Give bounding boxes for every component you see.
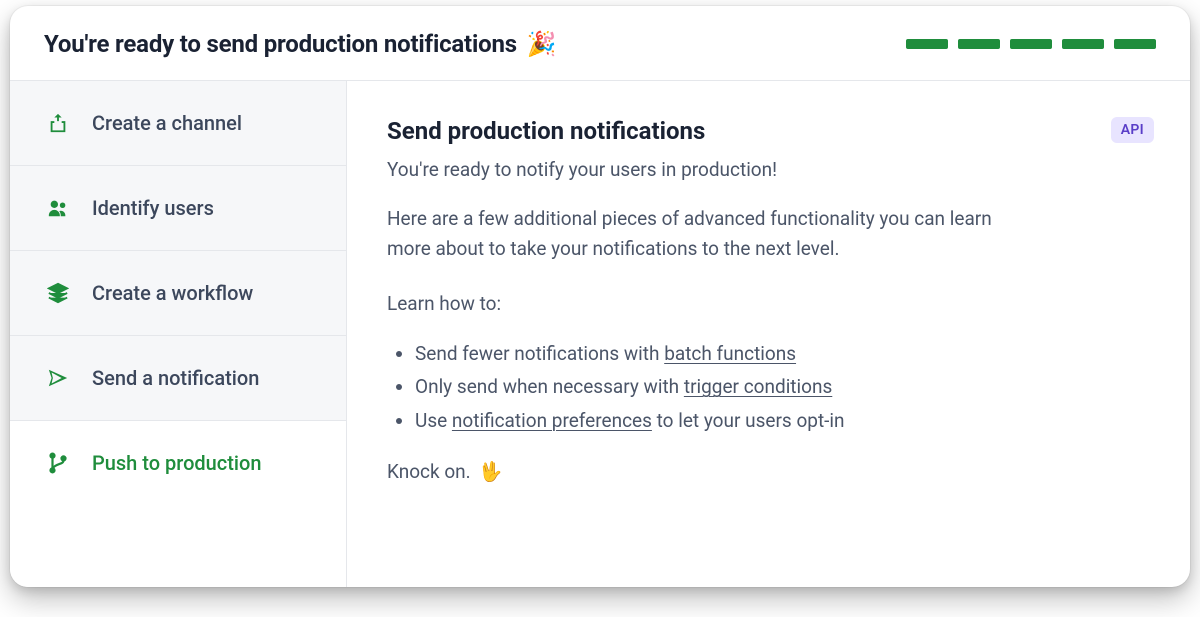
link-trigger-conditions[interactable]: trigger conditions [684, 375, 832, 398]
onboarding-card: You're ready to send production notifica… [10, 6, 1190, 587]
link-notification-preferences[interactable]: notification preferences [452, 409, 652, 432]
signoff: Knock on. 🖖 [387, 457, 1007, 486]
sidebar-item-identify-users[interactable]: Identify users [10, 166, 346, 251]
paragraph-text: Here are a few additional pieces of adva… [387, 204, 1007, 263]
sidebar-item-push-production[interactable]: Push to production [10, 421, 346, 505]
content-title: Send production notifications [387, 117, 705, 145]
learn-list: Send fewer notifications with batch func… [387, 339, 1007, 435]
list-item: Send fewer notifications with batch func… [415, 339, 1007, 368]
vulcan-salute-icon: 🖖 [479, 457, 503, 486]
progress-segment [958, 39, 1000, 49]
paper-plane-icon [46, 366, 70, 390]
git-branch-icon [46, 451, 70, 475]
layers-icon [46, 281, 70, 305]
steps-sidebar: Create a channel Identify users Create a… [10, 81, 347, 587]
sidebar-item-label: Identify users [92, 196, 214, 220]
progress-bar [906, 39, 1156, 49]
card-body: Create a channel Identify users Create a… [10, 81, 1190, 587]
intro-text: You're ready to notify your users in pro… [387, 155, 1007, 184]
sidebar-item-create-channel[interactable]: Create a channel [10, 81, 346, 166]
sidebar-item-label: Create a workflow [92, 281, 253, 305]
progress-segment [906, 39, 948, 49]
card-header: You're ready to send production notifica… [10, 6, 1190, 81]
sidebar-item-label: Send a notification [92, 366, 259, 390]
sidebar-item-create-workflow[interactable]: Create a workflow [10, 251, 346, 336]
api-badge: API [1111, 117, 1154, 143]
signoff-text: Knock on. [387, 457, 471, 486]
party-popper-icon: 🎉 [527, 30, 557, 58]
sidebar-item-label: Create a channel [92, 111, 242, 135]
progress-segment [1010, 39, 1052, 49]
upload-box-icon [46, 111, 70, 135]
list-item: Only send when necessary with trigger co… [415, 372, 1007, 401]
page-title-text: You're ready to send production notifica… [44, 30, 517, 58]
progress-segment [1114, 39, 1156, 49]
link-batch-functions[interactable]: batch functions [664, 342, 796, 365]
page-title: You're ready to send production notifica… [44, 30, 557, 58]
sidebar-item-send-notification[interactable]: Send a notification [10, 336, 346, 421]
users-icon [46, 196, 70, 220]
learn-heading: Learn how to: [387, 289, 1007, 318]
progress-segment [1062, 39, 1104, 49]
sidebar-item-label: Push to production [92, 451, 262, 475]
list-item: Use notification preferences to let your… [415, 406, 1007, 435]
main-content: Send production notifications API You're… [347, 81, 1190, 587]
